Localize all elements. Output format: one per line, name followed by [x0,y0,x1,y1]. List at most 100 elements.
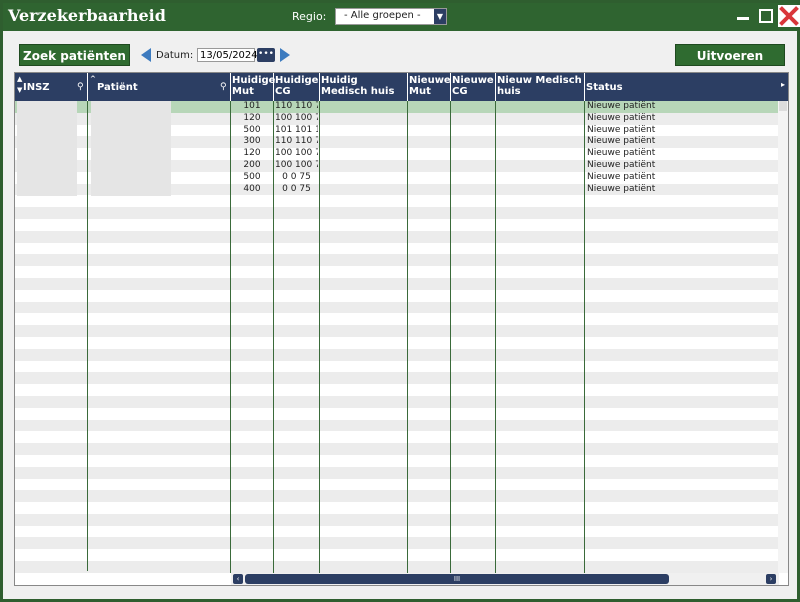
col-huidig-medisch-huis[interactable]: Huidig Medisch huis [320,73,408,101]
scroll-right-button[interactable]: › [766,574,776,584]
col-divider [273,101,274,573]
table-row[interactable] [15,230,778,243]
col-patient[interactable]: ^ Patiënt ⚲ [88,73,231,101]
cell-huidige-cg: 100 100 75 [275,160,318,170]
sort-icon: ▲ ▼ [17,75,23,94]
table-row[interactable] [15,266,778,278]
cell-huidige-mut: 101 [243,101,261,111]
cell-status: Nieuwe patiënt [587,124,656,135]
cell-status: Nieuwe patiënt [587,160,656,170]
cell-huidige-mut: 400 [243,183,261,194]
regio-value: - Alle groepen - [344,10,421,21]
cell-status: Nieuwe patiënt [587,148,656,159]
vertical-scroll-thumb[interactable] [779,101,787,111]
table-row[interactable] [15,348,778,361]
cell-status: Nieuwe patiënt [587,101,656,111]
table-row[interactable] [15,561,778,573]
table-row[interactable] [15,218,778,231]
table-row[interactable] [15,207,778,219]
maximize-button[interactable] [757,7,775,25]
table-row[interactable] [15,513,778,526]
table-row[interactable] [15,360,778,373]
cell-huidige-cg: 110 110 75 [275,101,318,111]
table-row[interactable] [15,431,778,444]
table-row[interactable] [15,502,778,514]
col-divider [230,101,231,573]
col-nieuwe-cg[interactable]: Nieuwe CG [451,73,496,101]
table-row[interactable] [15,289,778,302]
table-row[interactable] [15,277,778,290]
table-row[interactable] [15,372,778,385]
zoek-patienten-button[interactable]: Zoek patiënten [19,44,130,66]
table-row[interactable] [15,490,778,503]
previous-date-icon[interactable] [141,48,151,62]
chevron-down-icon[interactable]: ▼ [434,9,446,24]
table-row[interactable] [15,525,778,538]
col-divider [495,101,496,573]
table-row[interactable] [15,395,778,408]
col-divider [407,101,408,573]
sort-asc-icon: ^ [90,75,96,83]
col-divider [319,101,320,573]
vertical-scrollbar[interactable] [778,101,788,573]
cell-huidige-mut: 300 [243,136,261,147]
datum-input[interactable]: 13/05/2024 [197,48,258,62]
next-date-icon[interactable] [280,48,290,62]
grid-header: ▲ ▼ INSZ ⚲ ^ Patiënt ⚲ Huidige Mut Huidig… [15,73,788,101]
cell-huidige-cg: 101 101 10 [275,124,318,135]
cell-huidige-mut: 500 [243,171,261,182]
col-nieuwe-mut[interactable]: Nieuwe Mut [408,73,451,101]
cell-status: Nieuwe patiënt [587,136,656,147]
regio-label: Regio: [292,10,327,23]
horizontal-scroll-thumb[interactable]: III [245,574,669,584]
col-huidige-mut[interactable]: Huidige Mut [231,73,275,101]
table-row[interactable] [15,301,778,314]
table-row[interactable] [15,325,778,337]
table-row[interactable] [15,478,778,491]
title-bar: Verzekerbaarheid Regio: - Alle groepen -… [3,3,800,31]
table-row[interactable] [15,454,778,467]
table-row[interactable] [15,537,778,550]
redacted-patient [91,101,171,196]
scroll-left-button[interactable]: ‹ [233,574,243,584]
cell-huidige-mut: 120 [243,148,261,159]
col-divider [450,101,451,573]
table-row[interactable] [15,195,778,208]
datum-label: Datum: [156,50,194,61]
cell-status: Nieuwe patiënt [587,112,656,123]
table-row[interactable] [15,242,778,255]
table-row[interactable] [15,254,778,267]
patients-grid: ▲ ▼ INSZ ⚲ ^ Patiënt ⚲ Huidige Mut Huidig… [14,72,789,586]
table-row[interactable] [15,466,778,479]
cell-status: Nieuwe patiënt [587,171,656,182]
close-button[interactable] [778,5,800,27]
col-nieuw-medisch-huis[interactable]: Nieuw Medisch huis [496,73,585,101]
redacted-insz [17,101,77,196]
table-row[interactable] [15,549,778,562]
table-row[interactable] [15,419,778,432]
horizontal-scrollbar[interactable]: ‹ III › [231,573,779,585]
cell-huidige-cg: 0 0 75 [282,183,311,194]
minimize-button[interactable] [734,7,752,25]
table-row[interactable] [15,384,778,396]
cell-huidige-mut: 120 [243,112,261,123]
cell-huidige-cg: 110 110 75 [275,136,318,147]
col-status[interactable]: Status [585,73,778,101]
table-row[interactable] [15,313,778,326]
date-picker-button[interactable]: ••• [257,48,275,62]
cell-huidige-cg: 0 0 75 [282,171,311,182]
scroll-right-icon[interactable]: ▸ [781,80,785,89]
table-row[interactable] [15,336,778,349]
cell-status: Nieuwe patiënt [587,183,656,194]
uitvoeren-button[interactable]: Uitvoeren [675,44,785,66]
table-row[interactable] [15,443,778,455]
search-icon[interactable]: ⚲ [220,82,227,93]
table-row[interactable] [15,407,778,420]
cell-huidige-mut: 500 [243,124,261,135]
search-icon[interactable]: ⚲ [77,82,84,93]
regio-select[interactable]: - Alle groepen - ▼ [335,8,447,25]
col-insz[interactable]: ▲ ▼ INSZ ⚲ [15,73,88,101]
cell-huidige-cg: 100 100 75 [275,148,318,159]
col-divider [584,101,585,573]
col-huidige-cg[interactable]: Huidige CG [274,73,320,101]
